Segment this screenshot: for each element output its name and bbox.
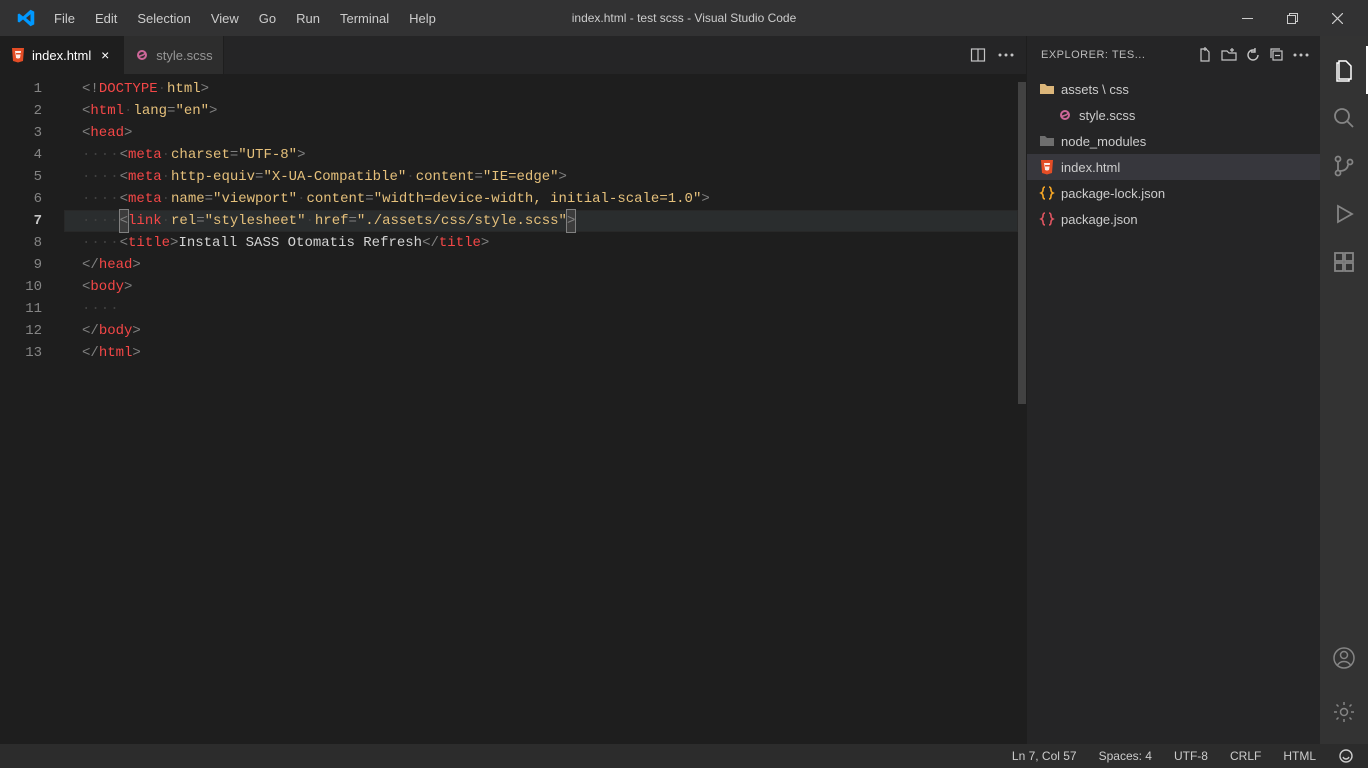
editor-region: index.html × style.scss 12345678910111213 … [0, 36, 1026, 744]
activity-search-icon[interactable] [1320, 94, 1368, 142]
explorer-header: EXPLORER: TES... [1027, 36, 1320, 74]
tree-item-package-json[interactable]: package.json [1027, 206, 1320, 232]
tree-item-index-html[interactable]: index.html [1027, 154, 1320, 180]
json-icon [1039, 185, 1055, 201]
sass-icon [134, 47, 150, 63]
tree-item-assets-css[interactable]: assets \ css [1027, 76, 1320, 102]
tab-style-scss[interactable]: style.scss [124, 36, 223, 74]
code-line-7[interactable]: ····<link·rel="stylesheet"·href="./asset… [64, 210, 1018, 232]
tree-item-node-modules[interactable]: node_modules [1027, 128, 1320, 154]
status-feedback-icon[interactable] [1334, 744, 1358, 768]
explorer-title: EXPLORER: TES... [1041, 49, 1190, 61]
new-file-icon[interactable] [1194, 44, 1216, 66]
split-editor-icon[interactable] [966, 43, 990, 67]
code-line-1[interactable]: <!DOCTYPE·html> [64, 78, 1018, 100]
code-line-13[interactable]: </html> [64, 342, 1018, 364]
new-folder-icon[interactable] [1218, 44, 1240, 66]
window-title: index.html - test scss - Visual Studio C… [572, 11, 797, 25]
close-button[interactable] [1315, 0, 1360, 36]
html-icon [1039, 159, 1055, 175]
refresh-icon[interactable] [1242, 44, 1264, 66]
tree-item-label: package.json [1061, 212, 1138, 227]
close-icon[interactable]: × [97, 47, 113, 63]
tree-item-label: package-lock.json [1061, 186, 1165, 201]
collapse-all-icon[interactable] [1266, 44, 1288, 66]
tab-label: index.html [32, 48, 91, 63]
vscode-logo-icon [16, 8, 36, 28]
status-bar: Ln 7, Col 57 Spaces: 4 UTF-8 CRLF HTML [0, 744, 1368, 768]
code-line-5[interactable]: ····<meta·http-equiv="X-UA-Compatible"·c… [64, 166, 1018, 188]
menu-help[interactable]: Help [399, 5, 446, 32]
sass-icon [1057, 107, 1073, 123]
more-icon[interactable] [1290, 44, 1312, 66]
maximize-button[interactable] [1270, 0, 1315, 36]
menu-view[interactable]: View [201, 5, 249, 32]
tree-item-package-lock-json[interactable]: package-lock.json [1027, 180, 1320, 206]
activity-bar [1320, 36, 1368, 744]
tab-label: style.scss [156, 48, 212, 63]
menu-go[interactable]: Go [249, 5, 286, 32]
tree-item-label: style.scss [1079, 108, 1135, 123]
status-eol[interactable]: CRLF [1226, 744, 1265, 768]
code-line-9[interactable]: </head> [64, 254, 1018, 276]
menu-edit[interactable]: Edit [85, 5, 127, 32]
status-spaces[interactable]: Spaces: 4 [1095, 744, 1156, 768]
code-line-10[interactable]: <body> [64, 276, 1018, 298]
code-line-2[interactable]: <html·lang="en"> [64, 100, 1018, 122]
line-numbers-gutter: 12345678910111213 [0, 74, 64, 744]
status-encoding[interactable]: UTF-8 [1170, 744, 1212, 768]
code-line-3[interactable]: <head> [64, 122, 1018, 144]
tab-bar: index.html × style.scss [0, 36, 1026, 74]
folder-icon [1039, 81, 1055, 97]
titlebar: FileEditSelectionViewGoRunTerminalHelp i… [0, 0, 1368, 36]
scrollbar[interactable] [1018, 74, 1026, 744]
activity-explorer-icon[interactable] [1320, 46, 1368, 94]
tree-item-style-scss[interactable]: style.scss [1027, 102, 1320, 128]
menu-selection[interactable]: Selection [127, 5, 200, 32]
code-line-12[interactable]: </body> [64, 320, 1018, 342]
status-language[interactable]: HTML [1279, 744, 1320, 768]
html-icon [10, 47, 26, 63]
tree-item-label: node_modules [1061, 134, 1146, 149]
code-line-6[interactable]: ····<meta·name="viewport"·content="width… [64, 188, 1018, 210]
activity-extensions-icon[interactable] [1320, 238, 1368, 286]
window-controls [1225, 0, 1360, 36]
activity-accounts-icon[interactable] [1320, 634, 1368, 682]
activity-settings-icon[interactable] [1320, 688, 1368, 736]
code-area[interactable]: <!DOCTYPE·html><html·lang="en"><head>···… [64, 74, 1018, 744]
minimize-button[interactable] [1225, 0, 1270, 36]
activity-run-debug-icon[interactable] [1320, 190, 1368, 238]
menu-run[interactable]: Run [286, 5, 330, 32]
json-red-icon [1039, 211, 1055, 227]
activity-source-control-icon[interactable] [1320, 142, 1368, 190]
status-position[interactable]: Ln 7, Col 57 [1008, 744, 1081, 768]
editor-body[interactable]: 12345678910111213 <!DOCTYPE·html><html·l… [0, 74, 1026, 744]
menu-file[interactable]: File [44, 5, 85, 32]
code-line-4[interactable]: ····<meta·charset="UTF-8"> [64, 144, 1018, 166]
file-tree: assets \ css style.scss node_modules index.… [1027, 74, 1320, 744]
tab-index-html[interactable]: index.html × [0, 36, 124, 74]
folder-gray-icon [1039, 133, 1055, 149]
tree-item-label: assets \ css [1061, 82, 1129, 97]
code-line-11[interactable]: ···· [64, 298, 1018, 320]
code-line-8[interactable]: ····<title>Install SASS Otomatis Refresh… [64, 232, 1018, 254]
tree-item-label: index.html [1061, 160, 1120, 175]
menu-terminal[interactable]: Terminal [330, 5, 399, 32]
explorer-sidebar: EXPLORER: TES... assets \ css style.scss n… [1026, 36, 1320, 744]
more-actions-icon[interactable] [994, 43, 1018, 67]
menubar: FileEditSelectionViewGoRunTerminalHelp [44, 5, 446, 32]
editor-actions [958, 36, 1026, 74]
